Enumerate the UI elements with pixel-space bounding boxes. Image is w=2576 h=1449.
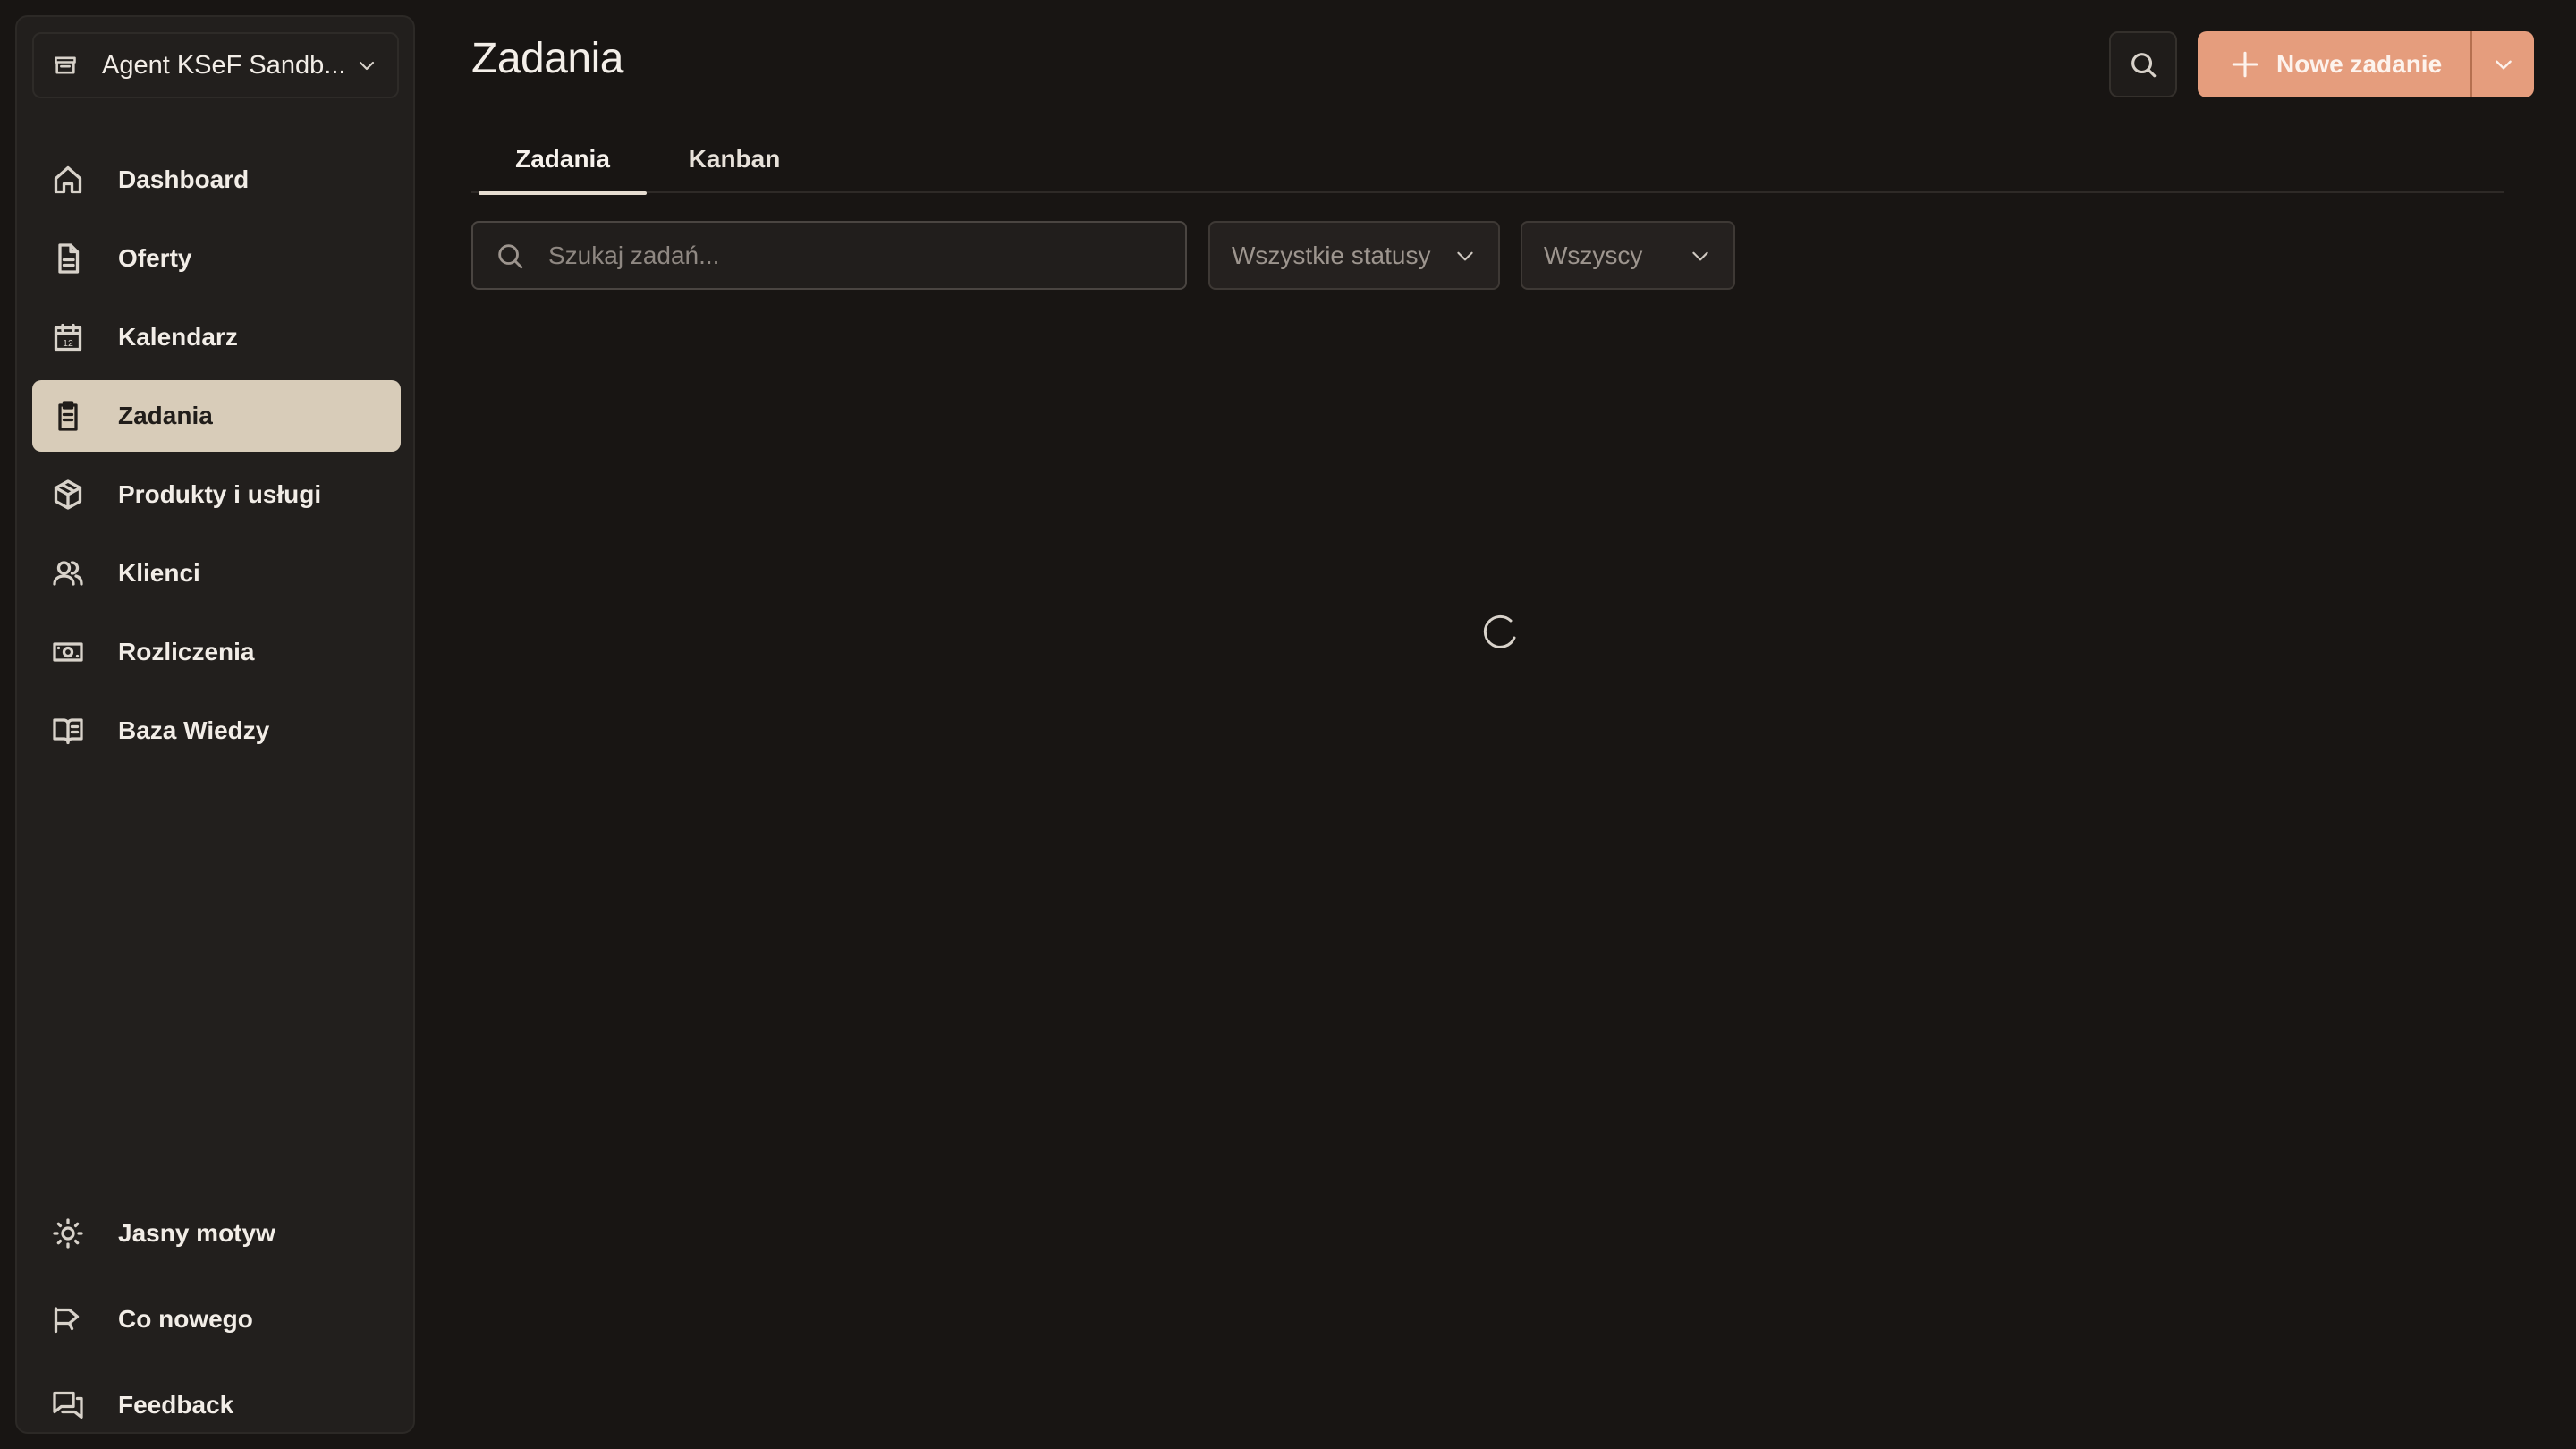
plus-icon xyxy=(2230,49,2260,80)
task-search xyxy=(471,221,1187,290)
home-icon xyxy=(50,162,86,198)
new-task-dropdown-toggle[interactable] xyxy=(2470,31,2534,97)
megaphone-icon xyxy=(50,1301,86,1337)
nav-item-dashboard[interactable]: Dashboard xyxy=(32,144,401,216)
nav-item-zadania[interactable]: Zadania xyxy=(32,380,401,452)
workspace-switcher[interactable]: Agent KSeF Sandb... xyxy=(32,32,399,98)
feedback-link[interactable]: Feedback xyxy=(32,1366,401,1445)
new-task-button-group: Nowe zadanie xyxy=(2198,31,2534,97)
book-icon xyxy=(50,713,86,749)
loading-spinner xyxy=(1480,614,1518,651)
svg-text:12: 12 xyxy=(63,338,73,349)
bottom-nav: Jasny motyw Co nowego Feedback xyxy=(32,1194,401,1449)
sidebar: Agent KSeF Sandb... Dashboard Oferty 12 … xyxy=(15,15,415,1434)
new-task-button[interactable]: Nowe zadanie xyxy=(2198,31,2470,97)
nav-item-oferty[interactable]: Oferty xyxy=(32,223,401,294)
sun-icon xyxy=(50,1216,86,1251)
workspace-name: Agent KSeF Sandb... xyxy=(102,50,346,80)
search-icon xyxy=(2128,49,2158,80)
box-icon xyxy=(50,477,86,513)
nav-item-kalendarz[interactable]: 12 Kalendarz xyxy=(32,301,401,373)
assignee-filter-value: Wszyscy xyxy=(1544,241,1643,269)
nav-label: Feedback xyxy=(118,1391,234,1419)
nav-label: Klienci xyxy=(118,559,200,587)
chevron-down-icon xyxy=(1453,244,1477,267)
page-title: Zadania xyxy=(471,35,623,82)
global-search-button[interactable] xyxy=(2109,31,2177,97)
users-icon xyxy=(50,555,86,591)
chevron-down-icon xyxy=(2492,53,2515,76)
nav-label: Baza Wiedzy xyxy=(118,716,270,744)
theme-toggle[interactable]: Jasny motyw xyxy=(32,1194,401,1273)
nav-label: Oferty xyxy=(118,244,192,272)
view-tabs: Zadania Kanban xyxy=(471,125,2504,195)
main-nav: Dashboard Oferty 12 Kalendarz Zadania Pr… xyxy=(32,144,401,774)
chat-icon xyxy=(50,1387,86,1423)
app-window: Agent KSeF Sandb... Dashboard Oferty 12 … xyxy=(0,0,2576,1449)
document-icon xyxy=(50,241,86,276)
nav-label: Produkty i usługi xyxy=(118,480,322,508)
nav-label: Zadania xyxy=(118,402,213,429)
chevron-down-icon xyxy=(354,53,379,78)
nav-item-rozliczenia[interactable]: Rozliczenia xyxy=(32,616,401,688)
task-search-input[interactable] xyxy=(548,241,1157,270)
nav-label: Rozliczenia xyxy=(118,638,255,665)
status-filter-value: Wszystkie statusy xyxy=(1232,241,1431,269)
nav-label: Dashboard xyxy=(118,165,250,193)
new-task-label: Nowe zadanie xyxy=(2276,50,2443,78)
nav-item-klienci[interactable]: Klienci xyxy=(32,538,401,609)
calendar-icon: 12 xyxy=(50,319,86,355)
tab-kanban[interactable]: Kanban xyxy=(647,125,822,193)
banknote-icon xyxy=(50,634,86,670)
nav-label: Co nowego xyxy=(118,1305,253,1333)
nav-label: Kalendarz xyxy=(118,323,238,351)
chevron-down-icon xyxy=(1689,244,1712,267)
nav-item-baza-wiedzy[interactable]: Baza Wiedzy xyxy=(32,695,401,767)
nav-label: Jasny motyw xyxy=(118,1219,275,1247)
assignee-filter-select[interactable]: Wszyscy xyxy=(1521,221,1735,290)
tab-zadania[interactable]: Zadania xyxy=(479,125,647,195)
nav-item-produkty[interactable]: Produkty i usługi xyxy=(32,459,401,530)
status-filter-select[interactable]: Wszystkie statusy xyxy=(1208,221,1500,290)
whats-new-link[interactable]: Co nowego xyxy=(32,1280,401,1359)
clipboard-icon xyxy=(50,398,86,434)
search-icon xyxy=(495,241,525,271)
store-icon xyxy=(52,52,79,79)
